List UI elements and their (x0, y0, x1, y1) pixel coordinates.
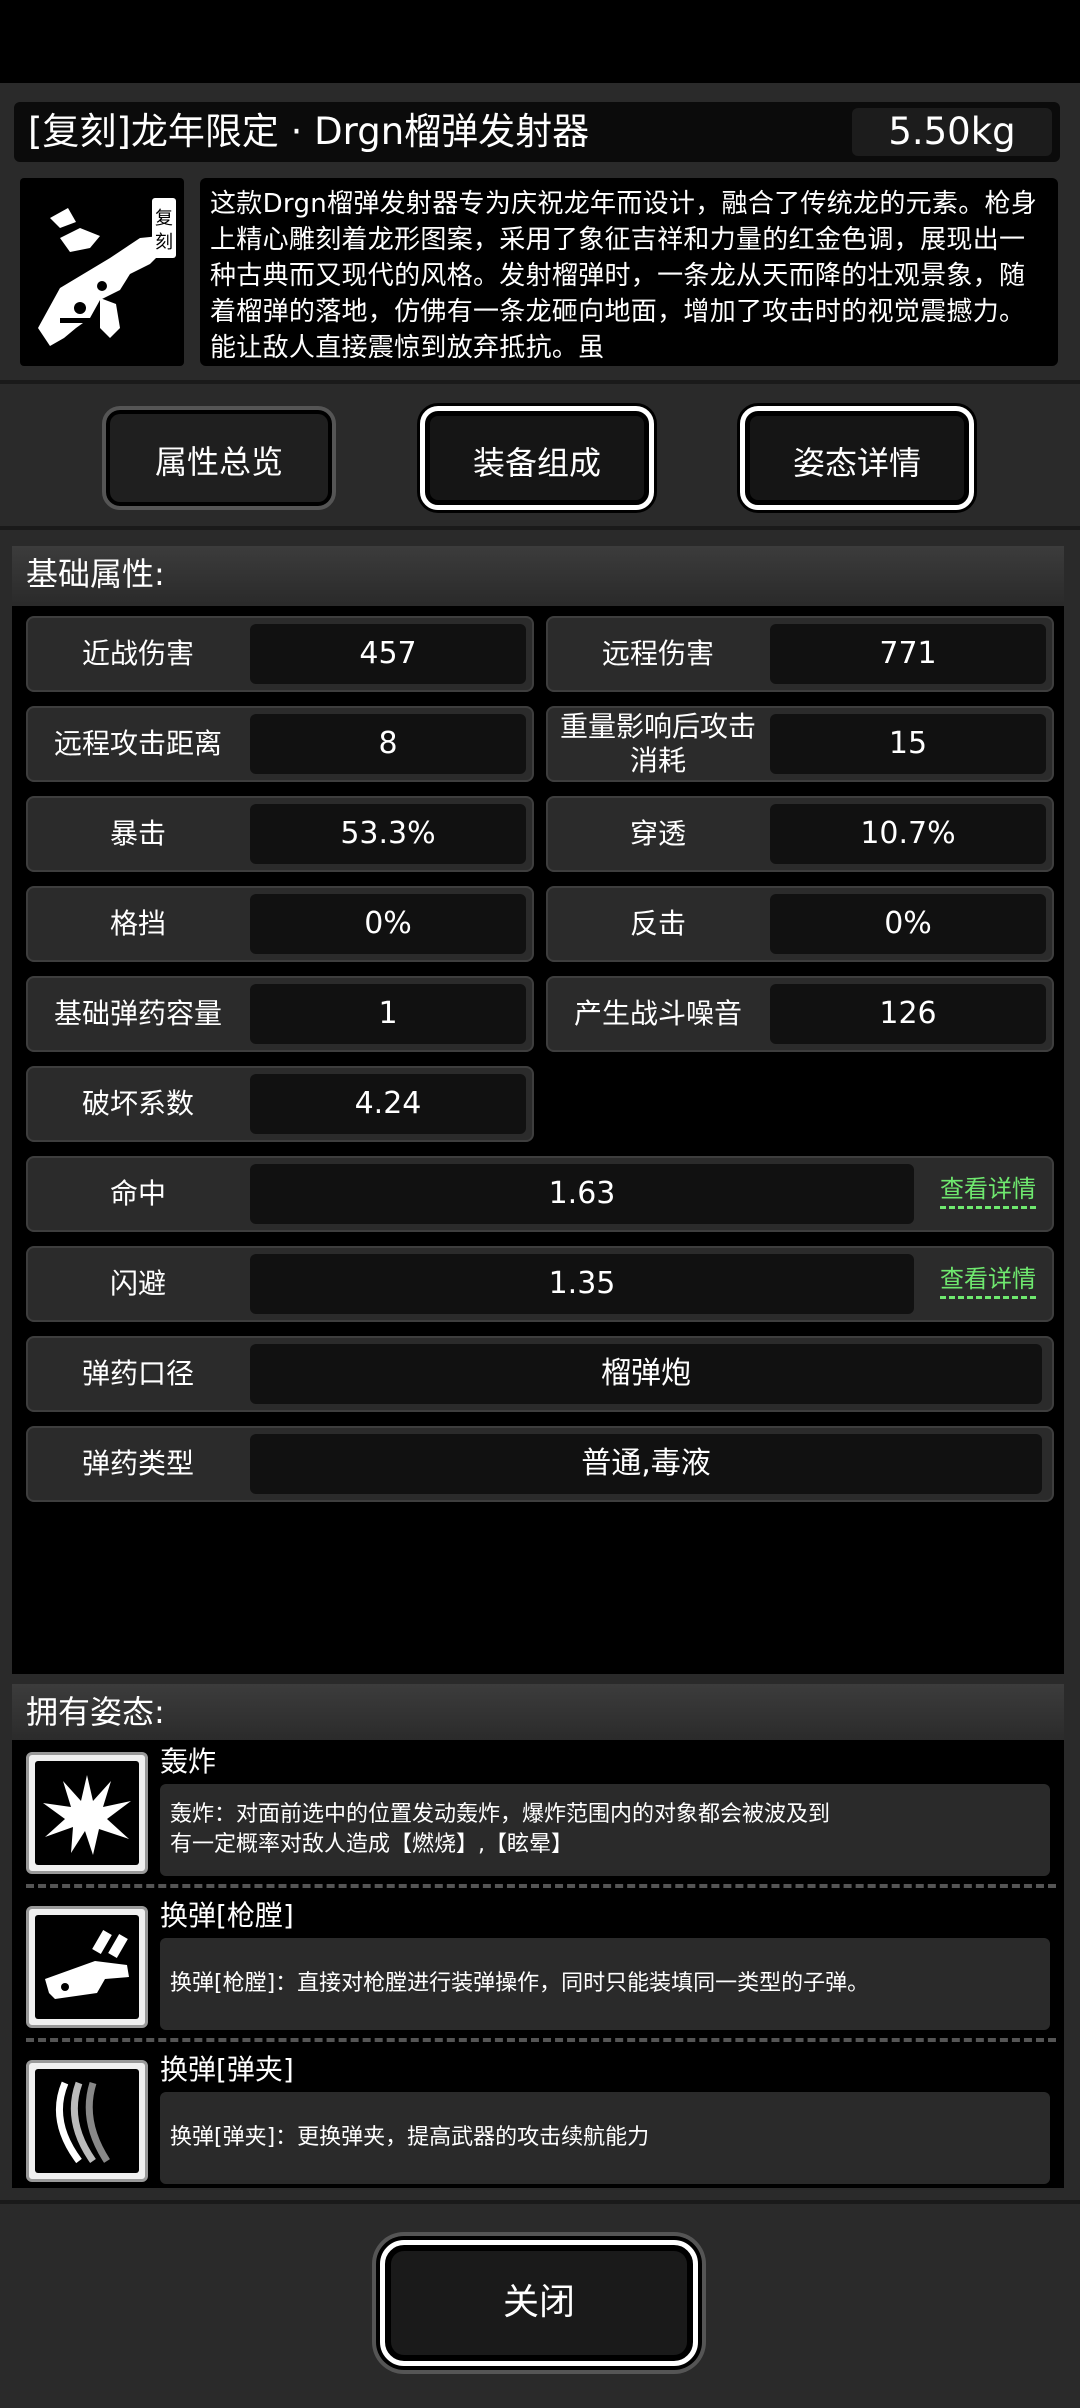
base-attributes-heading: 基础属性: (12, 546, 1064, 602)
attr-penetration: 穿透 10.7% (546, 796, 1054, 872)
attr-combat-noise: 产生战斗噪音 126 (546, 976, 1054, 1052)
item-title: [复刻]龙年限定 · Drgn榴弹发射器 (28, 110, 590, 153)
hit-view-details-link[interactable]: 查看详情 (940, 1174, 1036, 1209)
attr-weight-attack-cost: 重量影响后攻击消耗 15 (546, 706, 1054, 782)
divider (26, 1884, 1056, 1888)
attr-base-ammo-capacity: 基础弹药容量 1 (26, 976, 534, 1052)
attr-ranged-range: 远程攻击距离 8 (26, 706, 534, 782)
attr-block: 格挡 0% (26, 886, 534, 962)
stances-list: 轰炸 轰炸：对面前选中的位置发动轰炸，爆炸范围内的对象都会被波及到 有一定概率对敌… (12, 1740, 1064, 2188)
tab-attribute-overview[interactable]: 属性总览 (102, 406, 336, 510)
svg-text:复: 复 (155, 208, 173, 229)
stances-heading: 拥有姿态: (12, 1684, 1064, 1740)
item-description: 这款Drgn榴弹发射器专为庆祝龙年而设计，融合了传统龙的元素。枪身上精心雕刻着龙… (210, 189, 1038, 363)
bullet-chamber-icon (26, 1906, 148, 2028)
stance-item[interactable]: 换弹[枪膛] 换弹[枪膛]：直接对枪膛进行装弹操作，同时只能装填同一类型的子弹。 (12, 1896, 1064, 2036)
stance-item[interactable]: 轰炸 轰炸：对面前选中的位置发动轰炸，爆炸范围内的对象都会被波及到 有一定概率对敌… (12, 1742, 1064, 1882)
attr-melee-damage: 近战伤害 457 (26, 616, 534, 692)
stance-description: 换弹[弹夹]：更换弹夹，提高武器的攻击续航能力 (160, 2092, 1050, 2184)
magazine-icon (26, 2060, 148, 2182)
stance-description: 换弹[枪膛]：直接对枪膛进行装弹操作，同时只能装填同一类型的子弹。 (160, 1938, 1050, 2030)
attr-counter: 反击 0% (546, 886, 1054, 962)
tab-bar: 属性总览 装备组成 姿态详情 (0, 386, 1080, 526)
item-weight: 5.50kg (852, 108, 1052, 156)
attr-critical: 暴击 53.3% (26, 796, 534, 872)
attr-hit: 命中 1.63 查看详情 (26, 1156, 1054, 1232)
svg-text:刻: 刻 (155, 232, 173, 253)
divider (0, 526, 1080, 530)
attr-ammo-type: 弹药类型 普通,毒液 (26, 1426, 1054, 1502)
stance-description: 轰炸：对面前选中的位置发动轰炸，爆炸范围内的对象都会被波及到 有一定概率对敌人造成… (160, 1784, 1050, 1876)
dodge-view-details-link[interactable]: 查看详情 (940, 1264, 1036, 1299)
attr-dodge: 闪避 1.35 查看详情 (26, 1246, 1054, 1322)
divider (26, 2038, 1056, 2042)
tab-stance-details[interactable]: 姿态详情 (740, 406, 974, 510)
weapon-image: 复 刻 (20, 178, 184, 366)
attr-destruction-factor: 破坏系数 4.24 (26, 1066, 534, 1142)
grenade-launcher-icon: 复 刻 (38, 198, 176, 346)
description-box[interactable]: 这款Drgn榴弹发射器专为庆祝龙年而设计，融合了传统龙的元素。枪身上精心雕刻着龙… (200, 178, 1058, 366)
stance-item[interactable]: 换弹[弹夹] 换弹[弹夹]：更换弹夹，提高武器的攻击续航能力 (12, 2050, 1064, 2190)
tab-equipment-composition[interactable]: 装备组成 (420, 406, 654, 510)
close-button[interactable]: 关闭 (380, 2240, 698, 2366)
attr-ammo-caliber: 弹药口径 榴弹炮 (26, 1336, 1054, 1412)
explosion-icon (26, 1752, 148, 1874)
divider (0, 2200, 1080, 2204)
divider (0, 380, 1080, 384)
attr-ranged-damage: 远程伤害 771 (546, 616, 1054, 692)
